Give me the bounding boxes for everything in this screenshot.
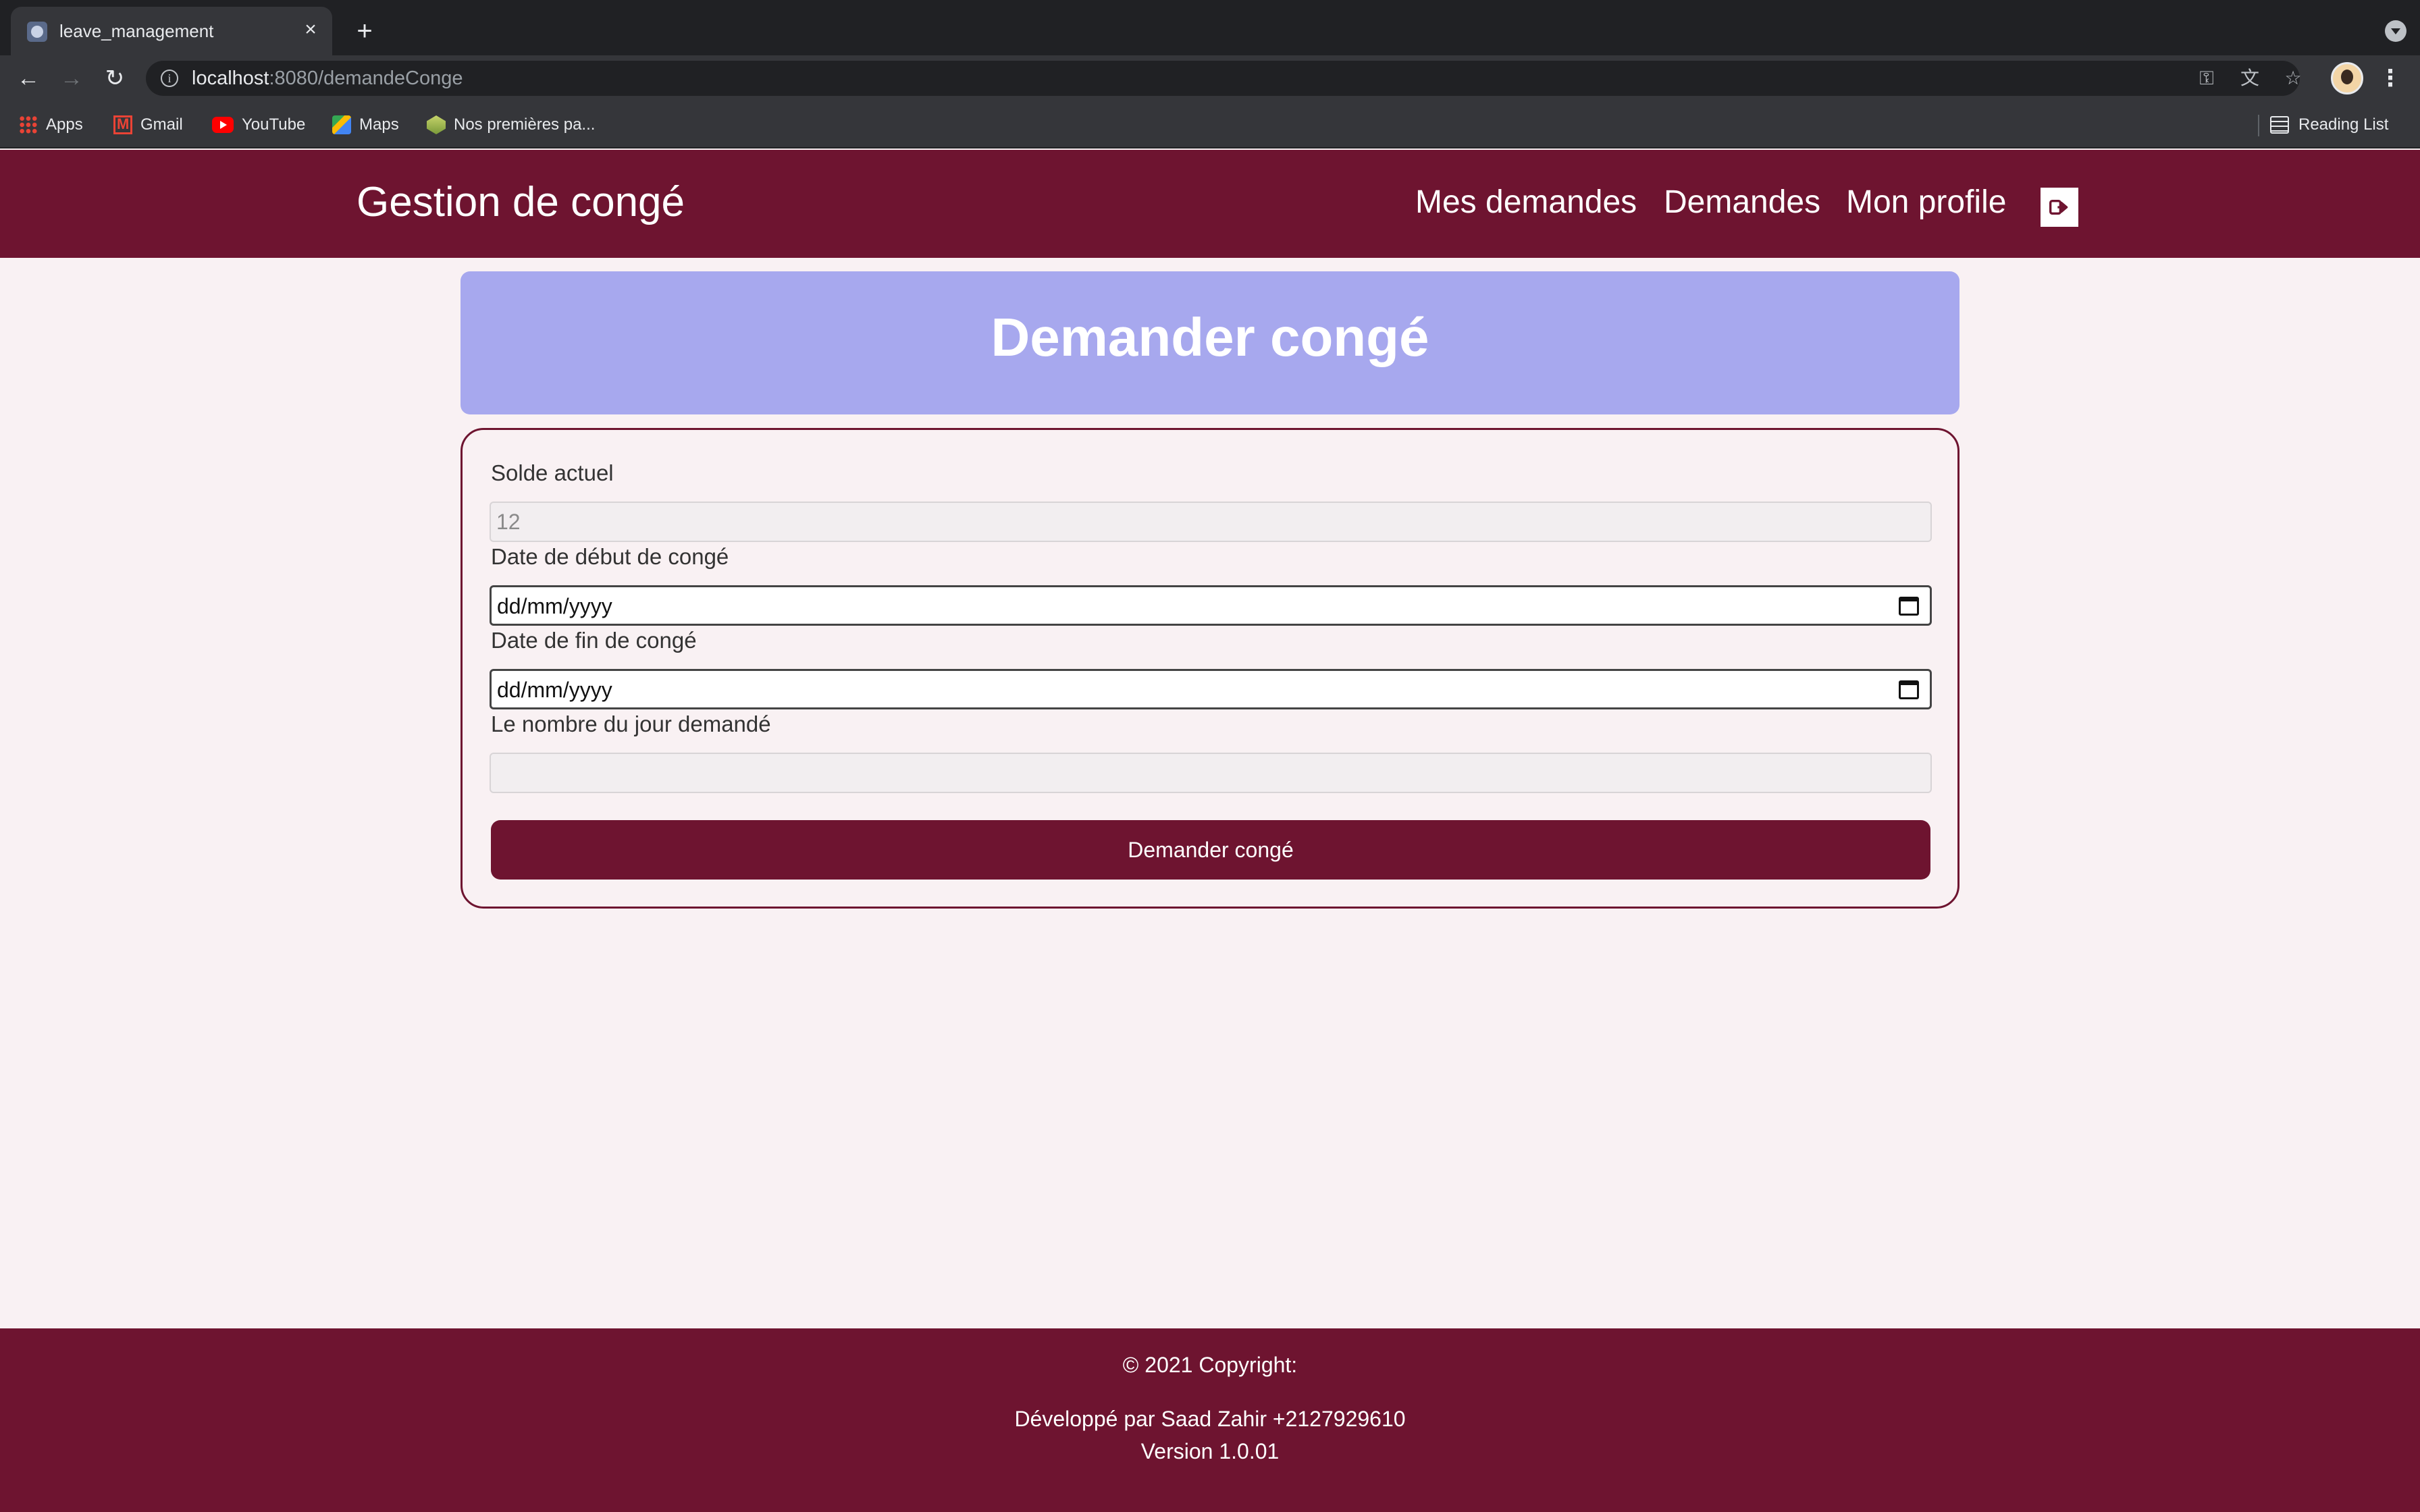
profile-avatar[interactable] — [2331, 62, 2363, 94]
balance-label: Solde actuel — [491, 460, 614, 485]
footer-version: Version 1.0.01 — [1140, 1439, 1280, 1463]
bookmark-gmail[interactable]: Gmail — [113, 113, 183, 136]
bookmark-label: Gmail — [140, 115, 183, 134]
footer-developer: Développé par Saad Zahir +2127929610 — [1014, 1407, 1406, 1431]
page-header-card: Demander congé — [461, 271, 1959, 414]
star-icon[interactable]: ☆ — [2280, 65, 2307, 92]
maps-icon — [332, 115, 351, 134]
end-date-label: Date de fin de congé — [491, 628, 697, 653]
days-label: Le nombre du jour demandé — [491, 711, 771, 736]
tab-search-icon[interactable] — [2385, 20, 2406, 42]
bookmark-label: YouTube — [242, 115, 306, 134]
tab-favicon-icon — [27, 22, 47, 42]
youtube-icon — [212, 117, 234, 133]
tab-close-icon[interactable]: × — [298, 18, 323, 42]
bookmark-nos-premieres[interactable]: Nos premières pa... — [427, 113, 595, 136]
bookmark-label: Maps — [359, 115, 399, 134]
browser-toolbar: ← → ↻ i localhost:8080/demandeConge ⚿ 文 … — [0, 55, 2420, 101]
bookmarks-divider — [2258, 115, 2259, 136]
reload-icon[interactable]: ↻ — [99, 62, 131, 94]
bookmarks-bar: Apps Gmail YouTube Maps Nos premières pa… — [0, 101, 2420, 148]
brand-title[interactable]: Gestion de congé — [357, 177, 685, 228]
address-url[interactable]: localhost:8080/demandeConge — [192, 67, 463, 90]
balance-value: 12 — [496, 510, 521, 534]
bookmark-site-icon — [427, 115, 446, 134]
nav-mon-profile[interactable]: Mon profile — [1846, 181, 2006, 224]
page-footer: © 2021 Copyright: Développé par Saad Zah… — [0, 1328, 2420, 1512]
reading-list-label: Reading List — [2298, 115, 2389, 134]
key-icon[interactable]: ⚿ — [2193, 65, 2220, 92]
gmail-icon — [113, 115, 132, 134]
app-navbar: Gestion de congé Mes demandes Demandes M… — [0, 150, 2420, 258]
end-date-placeholder: dd/mm/yyyy — [497, 678, 612, 702]
submit-leave-button[interactable]: Demander congé — [491, 820, 1930, 880]
calendar-icon[interactable] — [1899, 680, 1919, 699]
bookmark-label: Nos premières pa... — [454, 115, 596, 134]
bookmark-label: Apps — [46, 115, 83, 134]
nav-demandes[interactable]: Demandes — [1664, 181, 1820, 224]
reading-list-button[interactable]: Reading List — [2270, 113, 2388, 136]
tab-title: leave_management — [59, 21, 214, 41]
new-tab-button[interactable]: + — [348, 15, 381, 47]
end-date-input[interactable]: dd/mm/yyyy — [490, 669, 1932, 709]
browser-tab[interactable]: leave_management × — [11, 7, 332, 55]
browser-menu-icon[interactable]: ⋮ — [2377, 62, 2404, 94]
balance-field: 12 — [490, 502, 1932, 542]
bookmark-youtube[interactable]: YouTube — [212, 113, 305, 136]
logout-button[interactable] — [2041, 188, 2078, 227]
footer-copyright: © 2021 Copyright: — [1122, 1353, 1298, 1377]
sign-out-icon — [2049, 200, 2068, 215]
forward-icon[interactable]: → — [55, 62, 88, 94]
site-info-icon[interactable]: i — [161, 70, 178, 87]
page-title: Demander congé — [991, 307, 1429, 367]
bookmark-apps[interactable]: Apps — [19, 113, 83, 136]
reading-list-icon — [2270, 116, 2289, 134]
start-date-label: Date de début de congé — [491, 544, 729, 569]
bookmark-maps[interactable]: Maps — [332, 113, 399, 136]
days-field — [490, 753, 1932, 793]
nav-mes-demandes[interactable]: Mes demandes — [1415, 181, 1637, 224]
start-date-input[interactable]: dd/mm/yyyy — [490, 585, 1932, 626]
address-bar[interactable]: i localhost:8080/demandeConge ⚿ 文 ☆ — [146, 61, 2302, 96]
back-icon[interactable]: ← — [12, 62, 45, 94]
leave-request-form: Solde actuel 12 Date de début de congé d… — [461, 428, 1959, 909]
translate-icon[interactable]: 文 — [2236, 65, 2263, 92]
browser-tabstrip: leave_management × + — [0, 0, 2420, 55]
start-date-placeholder: dd/mm/yyyy — [497, 594, 612, 618]
calendar-icon[interactable] — [1899, 597, 1919, 616]
apps-grid-icon — [19, 115, 38, 134]
